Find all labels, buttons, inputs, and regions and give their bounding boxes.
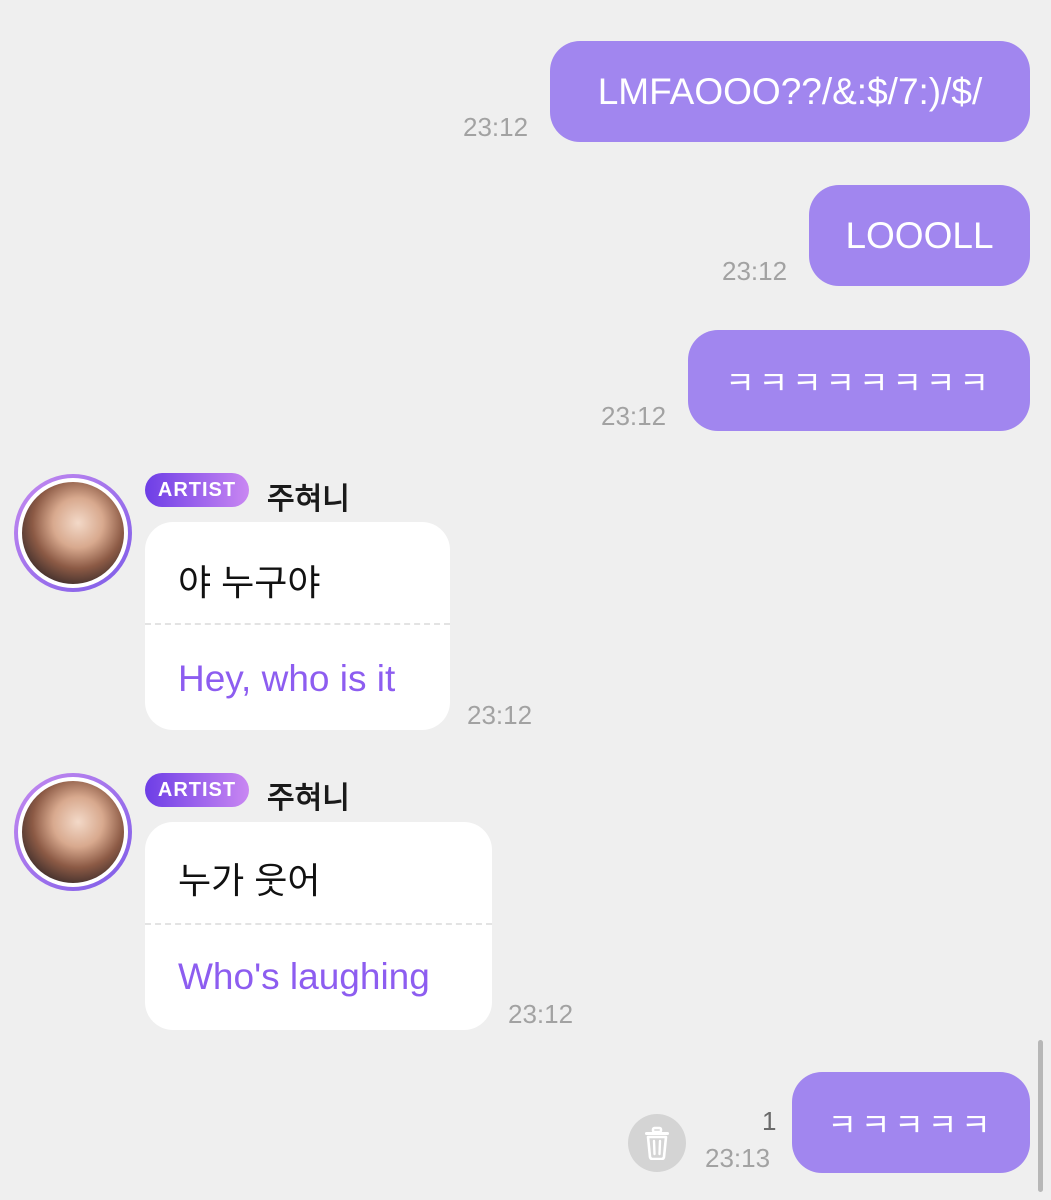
message-timestamp: 23:12 — [508, 999, 574, 1029]
outgoing-message-bubble[interactable]: LOOOLL — [809, 185, 1030, 286]
artist-badge: ARTIST — [145, 773, 249, 807]
message-timestamp: 23:12 — [467, 700, 533, 730]
message-text: LOOOLL — [845, 214, 994, 256]
translation-divider — [145, 623, 450, 625]
original-text: 누가 웃어 — [178, 860, 321, 901]
message-text: ㅋㅋㅋㅋㅋ — [827, 1106, 995, 1143]
message-timestamp: 23:12 — [722, 256, 788, 286]
message-timestamp: 23:12 — [601, 401, 667, 431]
message-timestamp: 23:12 — [463, 112, 529, 142]
translation-divider — [145, 923, 492, 925]
translated-text: Hey, who is it — [178, 658, 396, 699]
artist-badge: ARTIST — [145, 473, 249, 507]
delete-button[interactable] — [628, 1114, 686, 1172]
outgoing-message-bubble[interactable]: ㅋㅋㅋㅋㅋㅋㅋㅋ — [688, 330, 1030, 431]
artist-name: 주혀니 — [267, 782, 350, 815]
original-text: 야 누구야 — [178, 562, 321, 603]
incoming-message-bubble[interactable]: 야 누구야 Hey, who is it — [145, 522, 450, 730]
message-text: ㅋㅋㅋㅋㅋㅋㅋㅋ — [725, 364, 993, 401]
artist-name: 주혀니 — [267, 483, 350, 516]
message-text: LMFAOOO??/&:$/7:)/$/ — [597, 70, 983, 112]
message-timestamp: 23:13 — [705, 1143, 771, 1173]
scrollbar[interactable] — [1038, 1040, 1043, 1192]
trash-icon — [645, 1126, 669, 1160]
artist-photo — [18, 777, 128, 887]
incoming-message-bubble[interactable]: 누가 웃어 Who's laughing — [145, 822, 492, 1030]
artist-photo — [18, 478, 128, 588]
outgoing-message-bubble[interactable]: ㅋㅋㅋㅋㅋ — [792, 1072, 1030, 1173]
translated-text: Who's laughing — [178, 956, 430, 997]
artist-avatar[interactable] — [14, 474, 132, 592]
outgoing-message-bubble[interactable]: LMFAOOO??/&:$/7:)/$/ — [550, 41, 1030, 142]
artist-avatar[interactable] — [14, 773, 132, 891]
unread-count: 1 — [762, 1106, 777, 1136]
